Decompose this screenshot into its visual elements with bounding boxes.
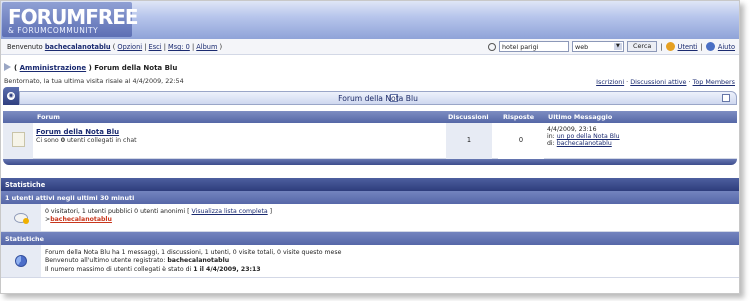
forum-table-header: Forum Discussioni Risposte Ultimo Messag… [3, 111, 737, 123]
stats-pie-icon [15, 255, 27, 267]
forum-status-cell [3, 123, 33, 159]
active-users-icon-cell [1, 204, 41, 231]
album-link[interactable]: Album [196, 43, 217, 51]
stats-header: Statistiche [1, 178, 739, 191]
options-link[interactable]: Opzioni [117, 43, 142, 51]
users-icon [665, 42, 675, 51]
forum-read-icon [12, 132, 25, 147]
category-title: Forum della Nota Blu [338, 94, 418, 103]
col-forum: Forum [37, 113, 60, 121]
last-message-date: 4/4/2009, 23:16 [547, 126, 597, 133]
category-title-bar: Forum della Nota Blu [19, 91, 737, 105]
stats-section: Statistiche 1 utenti attivi negli ultimi… [1, 178, 739, 278]
registrations-link[interactable]: Iscrizioni [596, 78, 624, 86]
site-header: FORUMFREE & FORUMCOMMUNITY [1, 1, 739, 39]
messages-link[interactable]: Msg: 0 [168, 43, 190, 51]
search-button[interactable]: Cerca [626, 41, 658, 52]
active-user-link[interactable]: bachecalanotablu [50, 216, 112, 223]
forum-chat-status: Ci sono 0 utenti collegati in chat [36, 137, 137, 144]
board-totals: Forum della Nota Blu ha 1 messaggi, 1 di… [45, 249, 342, 256]
breadcrumb-parent[interactable]: Amministrazione [20, 64, 87, 72]
logo-subtext: & FORUMCOMMUNITY [8, 26, 99, 35]
minimize-icon[interactable] [722, 94, 730, 102]
category-collapse-tab[interactable]: ◉ [3, 87, 19, 105]
active-topics-link[interactable]: Discussioni attive [630, 78, 686, 86]
col-last-message: Ultimo Messaggio [548, 113, 613, 121]
category-footer [3, 159, 737, 165]
forum-page: FORUMFREE & FORUMCOMMUNITY Benvenuto bac… [0, 0, 740, 294]
breadcrumb: ( Amministrazione ) Forum della Nota Blu [4, 63, 177, 72]
col-replies: Risposte [503, 113, 535, 121]
stats-header-2: Statistiche [1, 232, 739, 245]
last-message-info: 4/4/2009, 23:16 in: un po della Nota Blu… [547, 126, 620, 148]
forumfree-logo[interactable]: FORUMFREE & FORUMCOMMUNITY [2, 2, 139, 37]
last-visit-text: Bentornato, la tua ultima visita risale … [4, 77, 184, 85]
collapse-icon: ◉ [7, 92, 15, 100]
username-link[interactable]: bachecalanotablu [45, 43, 111, 51]
arrow-icon [4, 63, 11, 71]
last-topic-link[interactable]: un po della Nota Blu [557, 133, 620, 140]
top-members-link[interactable]: Top Members [693, 78, 735, 86]
help-icon [705, 42, 715, 51]
active-users-header: 1 utenti attivi negli ultimi 30 minuti [1, 191, 739, 204]
forum-category: ◉ Forum della Nota Blu Forum Discussioni… [3, 87, 737, 165]
col-topics: Discussioni [448, 113, 489, 121]
view-full-list-link[interactable]: Visualizza lista completa [192, 208, 268, 215]
top-links: Iscrizioni · Discussioni attive · Top Me… [596, 78, 735, 86]
search-input[interactable]: hotel parigi [498, 41, 569, 52]
forum-name-link[interactable]: Forum della Nota Blu [36, 128, 119, 136]
online-dot-icon [23, 218, 29, 224]
users-link[interactable]: Utenti [678, 43, 698, 51]
logout-link[interactable]: Esci [149, 43, 162, 51]
newest-user: bachecalanotablu [167, 257, 230, 265]
max-online: 1 il 4/4/2009, 23:13 [193, 265, 261, 273]
table-row: Forum della Nota Blu Ci sono 0 utenti co… [3, 123, 737, 159]
topics-count: 1 [446, 123, 492, 159]
last-author-link[interactable]: bachecalanotablu [557, 140, 612, 147]
board-stats-text: Forum della Nota Blu ha 1 messaggi, 1 di… [45, 249, 342, 273]
search-icon [487, 42, 496, 51]
board-stats-icon-cell [1, 245, 41, 277]
help-link[interactable]: Aiuto [718, 43, 735, 51]
breadcrumb-current: Forum della Nota Blu [94, 64, 178, 72]
active-users-row: 0 visitatori, 1 utenti pubblici 0 utenti… [1, 204, 739, 232]
user-bar: Benvenuto bachecalanotablu ( Opzioni | E… [1, 39, 739, 55]
board-stats-row: Forum della Nota Blu ha 1 messaggi, 1 di… [1, 245, 739, 278]
welcome-text: Benvenuto bachecalanotablu ( Opzioni | E… [7, 43, 223, 51]
search-scope-select[interactable]: web ▼ [571, 41, 624, 52]
active-users-text: 0 visitatori, 1 utenti pubblici 0 utenti… [45, 208, 273, 224]
search-area: hotel parigi web ▼ Cerca | Utenti | Aiut… [487, 41, 735, 52]
chevron-down-icon: ▼ [613, 43, 622, 50]
replies-count: 0 [498, 123, 544, 159]
